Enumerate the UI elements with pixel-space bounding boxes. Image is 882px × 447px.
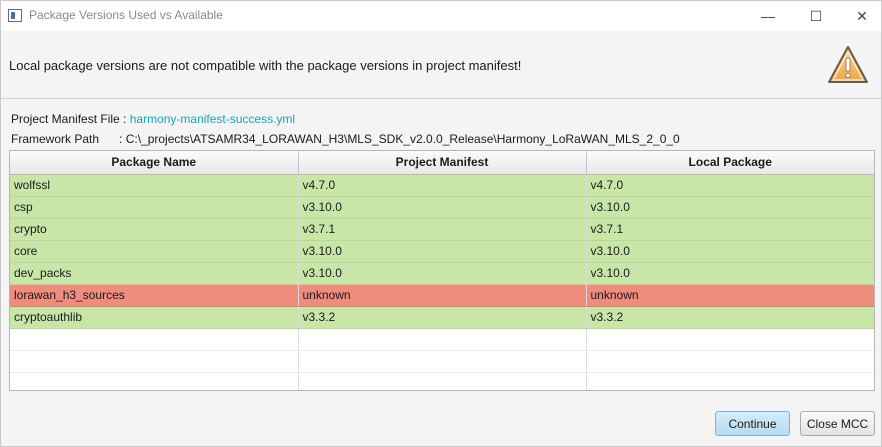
local-version-cell: v4.7.0: [586, 174, 874, 197]
manifest-file-row: Project Manifest File : harmony-manifest…: [11, 112, 295, 126]
warning-icon: [828, 46, 868, 83]
manifest-version-cell: v3.10.0: [298, 240, 587, 263]
package-name-cell: csp: [10, 196, 299, 219]
dialog-window: Package Versions Used vs Available — ☐ ✕…: [0, 0, 882, 447]
package-name-cell: cryptoauthlib: [10, 306, 299, 329]
title-bar: Package Versions Used vs Available — ☐ ✕: [1, 1, 881, 31]
local-version-cell: v3.10.0: [586, 240, 874, 263]
manifest-file-label: Project Manifest File :: [11, 112, 127, 126]
package-name-cell: crypto: [10, 218, 299, 241]
manifest-version-cell: v4.7.0: [298, 174, 587, 197]
table-row[interactable]: wolfssl v4.7.0 v4.7.0: [10, 174, 874, 197]
package-name-cell: dev_packs: [10, 262, 299, 285]
continue-button[interactable]: Continue: [715, 411, 790, 436]
package-name-cell: wolfssl: [10, 174, 299, 197]
framework-path-value: C:\_projects\ATSAMR34_LORAWAN_H3\MLS_SDK…: [125, 132, 680, 146]
manifest-version-cell: v3.10.0: [298, 196, 587, 219]
table-row[interactable]: csp v3.10.0 v3.10.0: [10, 196, 874, 219]
framework-path-separator: :: [119, 132, 123, 146]
manifest-version-cell: v3.10.0: [298, 262, 587, 285]
manifest-version-cell: unknown: [298, 284, 587, 307]
maximize-button[interactable]: ☐: [793, 1, 839, 31]
empty-table-row: [10, 350, 874, 373]
window-title: Package Versions Used vs Available: [29, 8, 223, 22]
local-version-cell: v3.3.2: [586, 306, 874, 329]
warning-message: Local package versions are not compatibl…: [9, 58, 522, 73]
message-header: Local package versions are not compatibl…: [1, 31, 881, 99]
empty-table-row: [10, 372, 874, 390]
minimize-button[interactable]: —: [745, 1, 791, 31]
table-row[interactable]: crypto v3.7.1 v3.7.1: [10, 218, 874, 241]
package-table: Package Name Project Manifest Local Pack…: [9, 150, 875, 391]
column-header-local-package[interactable]: Local Package: [586, 151, 874, 175]
close-button[interactable]: ✕: [839, 1, 882, 31]
column-header-project-manifest[interactable]: Project Manifest: [298, 151, 587, 175]
package-name-cell: core: [10, 240, 299, 263]
empty-table-row: [10, 328, 874, 351]
local-version-cell: v3.10.0: [586, 196, 874, 219]
table-row[interactable]: cryptoauthlib v3.3.2 v3.3.2: [10, 306, 874, 329]
framework-path-row: Framework Path: C:\_projects\ATSAMR34_LO…: [11, 132, 680, 146]
table-row[interactable]: dev_packs v3.10.0 v3.10.0: [10, 262, 874, 285]
table-row[interactable]: lorawan_h3_sources unknown unknown: [10, 284, 874, 307]
package-name-cell: lorawan_h3_sources: [10, 284, 299, 307]
column-header-package-name[interactable]: Package Name: [10, 151, 299, 175]
framework-path-label: Framework Path: [11, 132, 100, 146]
local-version-cell: v3.7.1: [586, 218, 874, 241]
manifest-version-cell: v3.3.2: [298, 306, 587, 329]
manifest-file-link[interactable]: harmony-manifest-success.yml: [130, 112, 295, 126]
local-version-cell: unknown: [586, 284, 874, 307]
manifest-version-cell: v3.7.1: [298, 218, 587, 241]
local-version-cell: v3.10.0: [586, 262, 874, 285]
app-icon: [8, 9, 22, 22]
table-header-row: Package Name Project Manifest Local Pack…: [10, 151, 874, 175]
close-mcc-button[interactable]: Close MCC: [800, 411, 875, 436]
table-row[interactable]: core v3.10.0 v3.10.0: [10, 240, 874, 263]
